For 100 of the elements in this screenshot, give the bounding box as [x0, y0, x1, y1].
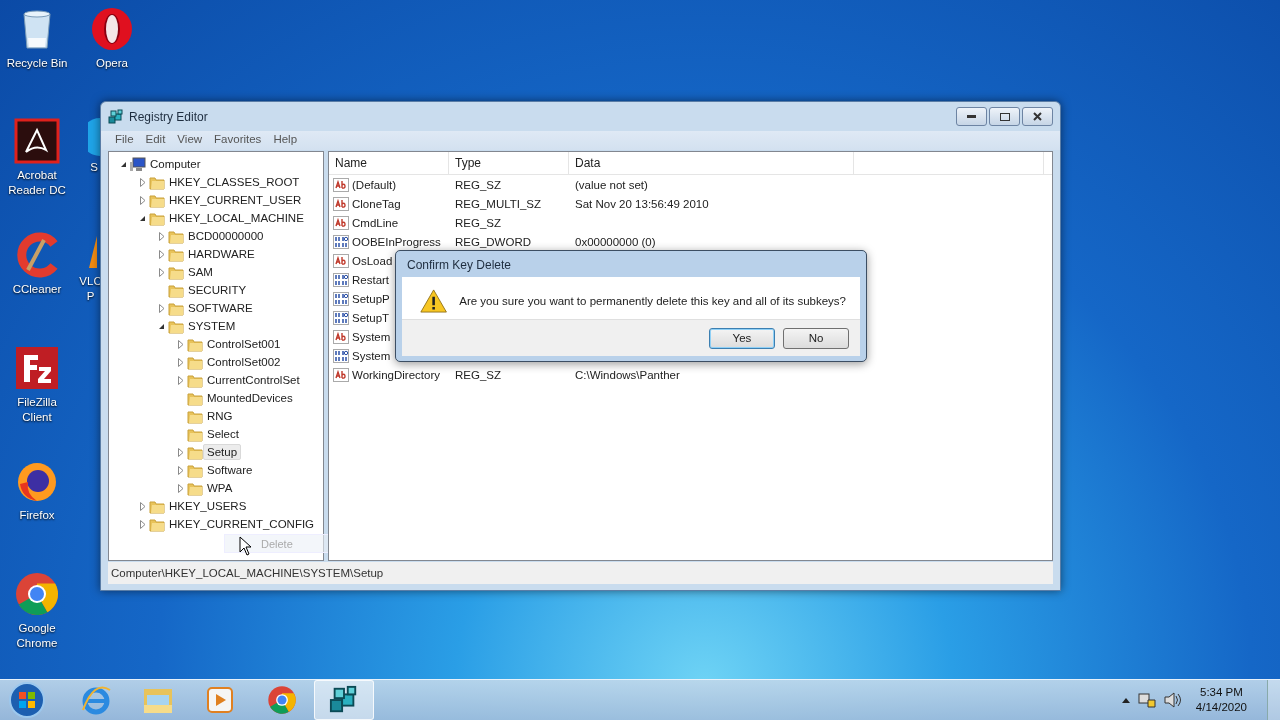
value-name[interactable]: WorkingDirectory	[329, 366, 449, 383]
shortcut-label: Google	[18, 621, 56, 636]
value-name[interactable]: SetupT	[329, 309, 449, 326]
tree-item[interactable]: ControlSet002	[203, 354, 285, 370]
binary-value-icon	[333, 347, 349, 364]
close-icon	[1033, 112, 1042, 121]
column-header[interactable]: Data	[569, 152, 854, 174]
value-name[interactable]: SetupP	[329, 290, 449, 307]
value-name[interactable]: System	[329, 328, 449, 345]
ccleaner-icon	[14, 232, 60, 278]
value-name[interactable]: CmdLine	[329, 214, 449, 231]
folder-icon	[168, 228, 184, 244]
tree-item[interactable]: Computer	[146, 156, 205, 172]
menu-item[interactable]: View	[171, 131, 209, 150]
desktop-shortcut[interactable]: CCleaner	[0, 232, 74, 297]
tree-item[interactable]: SAM	[184, 264, 217, 280]
value-data: Sat Nov 20 13:56:49 2010	[574, 197, 710, 210]
close-button[interactable]	[1022, 107, 1053, 126]
string-value-icon	[333, 195, 349, 212]
tree-item[interactable]: ControlSet001	[203, 336, 285, 352]
caret-up-icon[interactable]	[1121, 697, 1130, 703]
value-type: REG_DWORD	[454, 235, 533, 248]
tree-item[interactable]: Select	[203, 426, 243, 442]
clock-date: 4/14/2020	[1195, 700, 1247, 715]
shortcut-label: Chrome	[16, 636, 58, 651]
tree-item[interactable]: HKEY_CURRENT_USER	[165, 192, 306, 208]
tree-item[interactable]: SECURITY	[184, 282, 251, 298]
tree-item[interactable]: HKEY_LOCAL_MACHINE	[165, 210, 308, 226]
tree-item[interactable]: SYSTEM	[184, 318, 240, 334]
mouse-cursor-icon	[239, 536, 253, 556]
app-icon	[88, 118, 100, 156]
tree-item[interactable]: SOFTWARE	[184, 300, 257, 316]
clock-time: 5:34 PM	[1200, 685, 1243, 700]
value-name[interactable]: Restart	[329, 271, 449, 288]
tree-item[interactable]: HKEY_CLASSES_ROOT	[165, 174, 304, 190]
value-name[interactable]: OOBEInProgress	[329, 233, 449, 250]
column-header[interactable]: Name	[329, 152, 449, 174]
folder-icon	[187, 444, 203, 460]
chrome-icon[interactable]	[267, 685, 297, 715]
desktop-shortcut[interactable]: VLC P	[80, 232, 101, 304]
desktop-shortcut[interactable]: S	[88, 118, 100, 175]
warning-icon	[420, 287, 448, 315]
desktop-shortcut[interactable]: Recycle Bin	[0, 6, 74, 71]
value-data: 0x00000000 (0)	[574, 235, 657, 248]
tree-item[interactable]: RNG	[203, 408, 237, 424]
desktop-shortcut[interactable]: Google Chrome	[0, 571, 74, 651]
tree-item[interactable]: Setup	[203, 444, 242, 460]
menu-item[interactable]: File	[109, 131, 140, 150]
folder-icon	[168, 300, 184, 316]
tree-item[interactable]: Software	[203, 462, 257, 478]
minimize-icon	[967, 115, 976, 118]
filezilla-icon	[14, 345, 60, 391]
maximize-button[interactable]	[989, 107, 1020, 126]
desktop-shortcut[interactable]: FileZilla Client	[0, 345, 74, 425]
computer-icon	[130, 156, 146, 172]
collapse-triangle-icon[interactable]	[139, 214, 146, 222]
shortcut-label: Acrobat	[17, 168, 57, 183]
window-title: Registry Editor	[129, 109, 208, 124]
internet-explorer-icon[interactable]	[80, 684, 112, 716]
folder-icon	[168, 264, 184, 280]
value-name[interactable]: System	[329, 347, 449, 364]
desktop-shortcut[interactable]: Opera	[75, 6, 149, 71]
menu-item[interactable]: Help	[267, 131, 304, 150]
show-desktop-button[interactable]	[1267, 680, 1280, 720]
value-name[interactable]: (Default)	[329, 176, 449, 193]
media-player-icon[interactable]	[206, 686, 234, 714]
shortcut-label: Recycle Bin	[6, 56, 68, 71]
dialog-button[interactable]: Yes	[709, 327, 775, 349]
tree-item[interactable]: HKEY_USERS	[165, 498, 251, 514]
value-type: REG_SZ	[454, 216, 502, 229]
dialog-button[interactable]: No	[783, 327, 849, 349]
column-header[interactable]: Type	[449, 152, 569, 174]
folder-icon	[149, 498, 165, 514]
expand-triangle-icon[interactable]	[158, 303, 165, 313]
menu-item[interactable]: Favorites	[208, 131, 268, 150]
tree-item[interactable]: HKEY_CURRENT_CONFIG	[165, 516, 319, 532]
start-orb-icon[interactable]	[8, 681, 46, 719]
speaker-icon[interactable]	[1163, 692, 1182, 708]
shortcut-label: S	[90, 160, 98, 175]
desktop-shortcut[interactable]: Acrobat Reader DC	[0, 118, 74, 198]
tree-item[interactable]: MountedDevices	[203, 390, 297, 406]
value-name[interactable]: CloneTag	[329, 195, 449, 212]
folder-icon	[168, 246, 184, 262]
menu-item[interactable]: Edit	[139, 131, 172, 150]
collapse-triangle-icon[interactable]	[120, 160, 127, 168]
folder-icon	[187, 390, 203, 406]
tree-item[interactable]: BCD00000000	[184, 228, 268, 244]
folder-icon	[187, 372, 203, 388]
network-icon[interactable]	[1137, 692, 1156, 708]
tree-item[interactable]: WPA	[203, 480, 237, 496]
tree-item[interactable]: HARDWARE	[184, 246, 259, 262]
collapse-triangle-icon[interactable]	[158, 322, 165, 330]
string-value-icon	[333, 214, 349, 231]
registry-cubes-icon[interactable]	[329, 685, 359, 715]
minimize-button[interactable]	[956, 107, 987, 126]
string-value-icon	[333, 328, 349, 345]
desktop-shortcut[interactable]: Firefox	[0, 458, 74, 523]
folder-icon	[168, 318, 184, 334]
tree-item[interactable]: CurrentControlSet	[203, 372, 304, 388]
value-type: REG_MULTI_SZ	[454, 197, 543, 210]
